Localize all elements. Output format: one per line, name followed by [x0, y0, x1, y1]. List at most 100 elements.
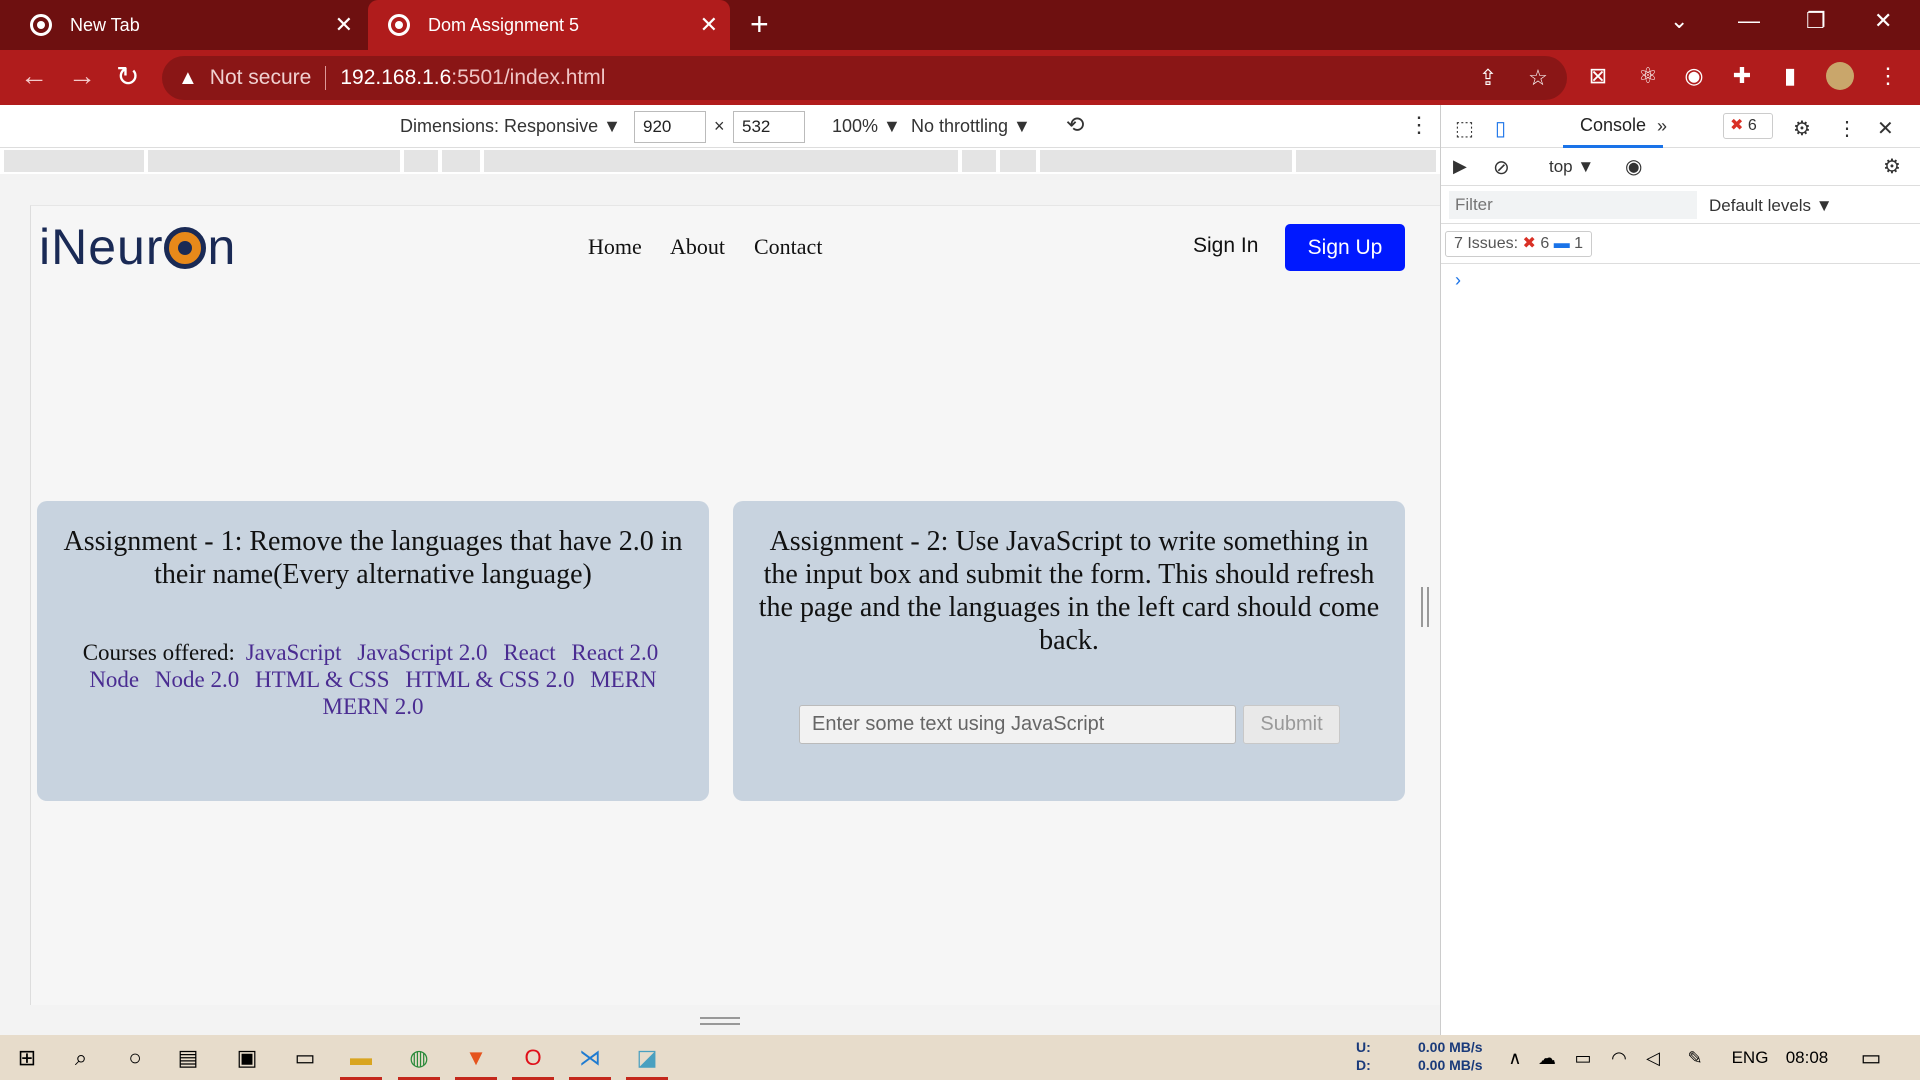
close-window-icon[interactable]: ✕: [1874, 8, 1892, 34]
onedrive-icon[interactable]: ☁: [1532, 1043, 1562, 1073]
app-icon[interactable]: ▣: [232, 1043, 262, 1073]
tab-new-tab[interactable]: New Tab ✕: [0, 0, 365, 50]
tab-title: New Tab: [70, 14, 140, 35]
close-tab-icon[interactable]: ✕: [335, 12, 353, 38]
logo-o-icon: [164, 227, 207, 269]
address-bar[interactable]: ▲ Not secure 192.168.1.6 :5501/index.htm…: [162, 56, 1567, 100]
more-options-icon[interactable]: ⋮: [1408, 112, 1430, 138]
devtools-tabbar: ⬚ ▯ Console » ✖ 6 ⚙ ⋮ ✕: [1441, 105, 1920, 148]
page-viewport: iNeur n Home About Contact Sign In Sign U…: [30, 205, 1440, 1005]
clear-console-icon[interactable]: ⊘: [1493, 155, 1510, 180]
menu-icon[interactable]: ⋮: [1874, 62, 1902, 90]
divider: [325, 66, 327, 90]
restore-icon[interactable]: ❐: [1806, 8, 1826, 34]
levels-select[interactable]: Default levels ▼: [1709, 196, 1833, 216]
vscode-icon[interactable]: ⋊: [575, 1043, 605, 1073]
filter-input[interactable]: [1449, 191, 1697, 219]
settings-icon[interactable]: ⚙: [1793, 116, 1811, 141]
devtools-panel: ⬚ ▯ Console » ✖ 6 ⚙ ⋮ ✕ ▶ ⊘ top ▼ ◉ ⚙ De…: [1440, 105, 1920, 1035]
throttling-select[interactable]: No throttling ▼: [911, 116, 1031, 137]
notification-icon[interactable]: ▭: [1856, 1043, 1886, 1073]
context-select[interactable]: top ▼: [1549, 157, 1594, 177]
app-icon[interactable]: ◪: [632, 1043, 662, 1073]
ineuron-logo[interactable]: iNeur n: [39, 218, 236, 276]
search-icon[interactable]: ⌕: [66, 1043, 96, 1073]
tab-dom-assignment[interactable]: Dom Assignment 5 ✕: [368, 0, 730, 50]
url-host: 192.168.1.6: [340, 66, 452, 89]
sign-in-link[interactable]: Sign In: [1193, 234, 1258, 258]
wifi-icon[interactable]: ◠: [1604, 1043, 1634, 1073]
sidebar-toggle-icon[interactable]: ▶: [1453, 156, 1467, 177]
error-badge[interactable]: ✖ 6: [1723, 113, 1773, 139]
width-input[interactable]: [634, 111, 706, 143]
language-item: JavaScript: [245, 640, 342, 665]
close-tab-icon[interactable]: ✕: [700, 12, 718, 38]
side-panel-icon[interactable]: ▮: [1776, 62, 1804, 90]
text-input[interactable]: [799, 705, 1236, 744]
task-view-icon[interactable]: ▤: [173, 1043, 203, 1073]
chevron-up-icon[interactable]: ∧: [1500, 1043, 1530, 1073]
avatar[interactable]: [1826, 62, 1854, 90]
back-icon[interactable]: ←: [20, 60, 48, 92]
chrome-icon[interactable]: ◍: [404, 1043, 434, 1073]
language-item: Node 2.0: [154, 667, 240, 692]
windows-taskbar: ⊞ ⌕ ○ ▤ ▣ ▭ ▬ ◍ ▼ O ⋊ ◪ U: D: 0.00 MB/s 0.…: [0, 1035, 1920, 1080]
inspect-icon[interactable]: ⬚: [1455, 116, 1474, 141]
reload-icon[interactable]: ↻: [116, 60, 139, 93]
courses-label: Courses offered:: [82, 640, 235, 665]
submit-button[interactable]: Submit: [1243, 705, 1340, 744]
dimensions-select[interactable]: Dimensions: Responsive ▼: [400, 116, 621, 137]
volume-icon[interactable]: ◁: [1638, 1043, 1668, 1073]
issues-button[interactable]: 7 Issues: ✖ 6 ▬ 1: [1445, 231, 1593, 257]
cortana-icon[interactable]: ○: [120, 1043, 150, 1073]
tab-console[interactable]: Console: [1563, 105, 1663, 148]
info-icon: ▬: [1553, 235, 1570, 252]
rotate-icon[interactable]: ⟲: [1066, 112, 1084, 138]
error-icon: ✖: [1522, 235, 1536, 252]
nav-about[interactable]: About: [670, 234, 725, 260]
tab-search-icon[interactable]: ⌄: [1670, 8, 1688, 34]
forward-icon[interactable]: →: [68, 60, 96, 92]
device-toggle-icon[interactable]: ▯: [1495, 116, 1506, 141]
eye-icon[interactable]: ◉: [1625, 154, 1642, 179]
chrome-icon: [30, 14, 52, 36]
puzzle-icon[interactable]: ✚: [1728, 62, 1756, 90]
nav-contact[interactable]: Contact: [754, 234, 822, 260]
zoom-select[interactable]: 100% ▼: [832, 116, 901, 137]
tab-strip: New Tab ✕ Dom Assignment 5 ✕ + ⌄ — ❐ ✕: [0, 0, 1920, 50]
height-input[interactable]: [733, 111, 805, 143]
sign-up-button[interactable]: Sign Up: [1285, 224, 1405, 271]
bookmark-star-icon[interactable]: ☆: [1524, 64, 1552, 92]
minimize-icon[interactable]: —: [1738, 8, 1760, 34]
pen-icon[interactable]: ✎: [1680, 1043, 1710, 1073]
language-item: MERN: [590, 667, 657, 692]
share-icon[interactable]: ⇪: [1474, 64, 1502, 92]
computer-icon[interactable]: ▭: [290, 1043, 320, 1073]
nav-home[interactable]: Home: [588, 234, 642, 260]
record-icon[interactable]: ◉: [1680, 62, 1708, 90]
media-query-ruler[interactable]: [0, 148, 1440, 174]
more-tabs-icon[interactable]: »: [1657, 116, 1667, 137]
language-item: React: [503, 640, 556, 665]
console-prompt[interactable]: ›: [1455, 270, 1461, 291]
filter-row: Default levels ▼: [1441, 186, 1920, 224]
brave-icon[interactable]: ▼: [461, 1043, 491, 1073]
net-labels: U: D:: [1356, 1039, 1371, 1073]
battery-icon[interactable]: ▭: [1568, 1043, 1598, 1073]
console-settings-icon[interactable]: ⚙: [1883, 154, 1901, 179]
language-indicator[interactable]: ENG: [1730, 1043, 1770, 1073]
devtools-menu-icon[interactable]: ⋮: [1837, 116, 1857, 141]
windows-start-icon[interactable]: ⊞: [12, 1043, 42, 1073]
viewport-resize-handle[interactable]: [700, 1017, 740, 1025]
language-item: Node: [89, 667, 140, 692]
courses-list: Courses offered: JavaScript JavaScript 2…: [67, 639, 679, 720]
extension-icon[interactable]: ⊠: [1584, 62, 1612, 90]
viewport-side-handle[interactable]: [1421, 587, 1429, 627]
close-devtools-icon[interactable]: ✕: [1877, 116, 1894, 141]
clock[interactable]: 08:08: [1782, 1043, 1832, 1073]
react-devtools-icon[interactable]: ⚛: [1634, 62, 1662, 90]
new-tab-button[interactable]: +: [750, 6, 769, 43]
opera-icon[interactable]: O: [518, 1043, 548, 1073]
issues-row: 7 Issues: ✖ 6 ▬ 1: [1441, 224, 1920, 264]
file-explorer-icon[interactable]: ▬: [346, 1043, 376, 1073]
